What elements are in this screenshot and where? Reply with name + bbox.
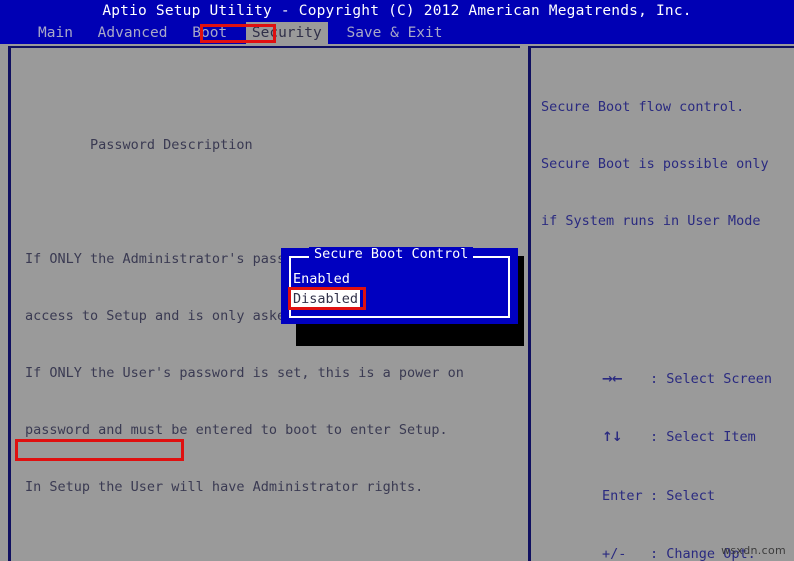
key-legend-sep: : — [650, 371, 667, 388]
menu-item-save-exit[interactable]: Save & Exit — [340, 22, 448, 44]
watermark: wsxdn.com — [721, 544, 786, 557]
left-right-arrows-icon: →← — [602, 372, 623, 388]
description-line-4: password and must be entered to boot to … — [25, 422, 448, 438]
key-legend-row-select-screen: →←: Select Screen — [537, 351, 791, 387]
popup-option-enabled[interactable]: Enabled — [293, 270, 350, 288]
key-legend-sep: : — [650, 487, 667, 504]
password-description-heading: Password Description — [90, 137, 253, 153]
key-legend-action: Select Screen — [666, 371, 772, 388]
popup-option-disabled[interactable]: Disabled — [291, 290, 361, 308]
key-legend-row-plus-minus: +/-: Change Opt. — [537, 525, 791, 561]
help-line-3: if System runs in User Mode — [541, 213, 761, 229]
key-legend-row-select-item: ↑↓: Select Item — [537, 409, 791, 445]
key-legend-sep: : — [650, 429, 667, 446]
main-menu-bar: Main Advanced Boot Security Save & Exit — [0, 22, 794, 44]
key-legend-action: Select Item — [666, 429, 756, 446]
help-panel: Secure Boot flow control. Secure Boot is… — [528, 46, 794, 561]
utility-title-bar: Aptio Setup Utility - Copyright (C) 2012… — [0, 0, 794, 22]
menu-item-security[interactable]: Security — [245, 22, 328, 44]
bios-setup-screen: Aptio Setup Utility - Copyright (C) 2012… — [0, 0, 794, 561]
description-line-3: If ONLY the User's password is set, this… — [25, 365, 464, 381]
menu-item-boot[interactable]: Boot — [186, 22, 233, 44]
key-legend: →←: Select Screen ↑↓: Select Item Enter:… — [537, 312, 791, 561]
help-line-1: Secure Boot flow control. — [541, 99, 745, 115]
secure-boot-control-popup: Secure Boot Control Enabled Disabled — [281, 247, 518, 324]
key-legend-key: Enter — [602, 487, 643, 504]
key-legend-row-enter: Enter: Select — [537, 467, 791, 504]
key-legend-key: +/- — [602, 545, 627, 561]
up-down-arrows-icon: ↑↓ — [602, 430, 623, 446]
help-line-2: Secure Boot is possible only — [541, 156, 769, 172]
menu-item-advanced[interactable]: Advanced — [92, 22, 174, 44]
key-legend-action: Select — [666, 487, 716, 504]
description-line-5: In Setup the User will have Administrato… — [25, 479, 424, 495]
key-legend-sep: : — [650, 545, 667, 561]
popup-title: Secure Boot Control — [309, 247, 474, 261]
help-description: Secure Boot flow control. Secure Boot is… — [541, 60, 791, 269]
menu-item-main[interactable]: Main — [32, 22, 79, 44]
